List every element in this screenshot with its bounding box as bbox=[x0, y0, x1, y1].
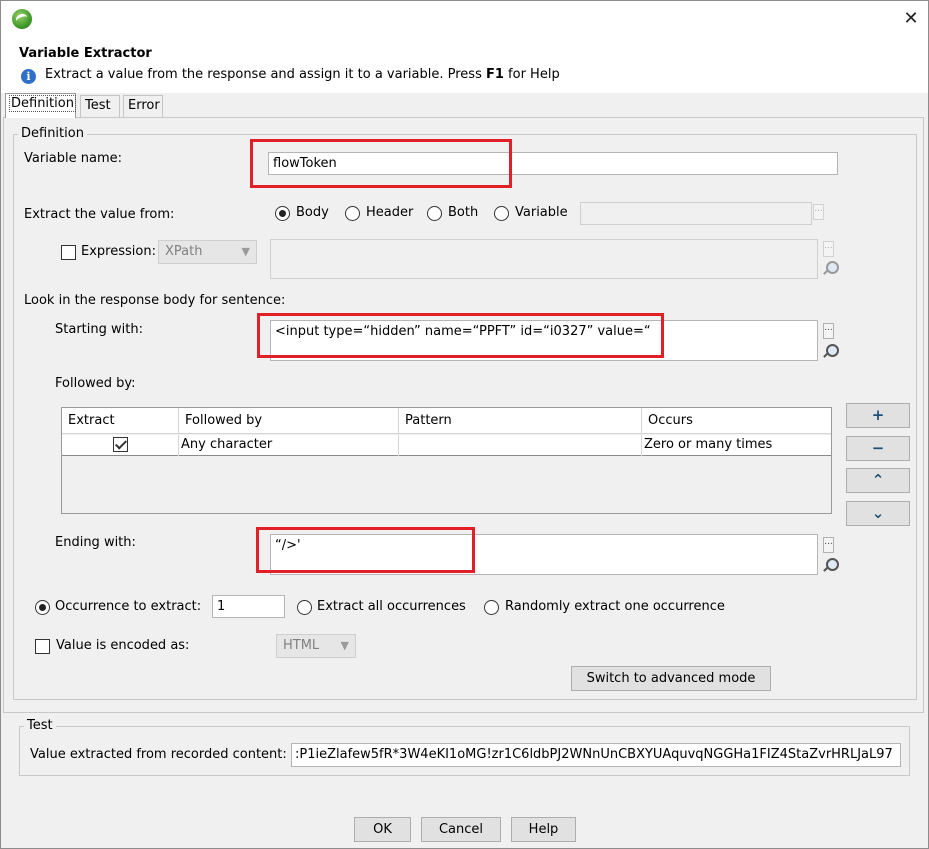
random-label: Randomly extract one occurrence bbox=[505, 599, 725, 614]
encoding-select: HTML ▼ bbox=[276, 634, 356, 658]
column-extract[interactable]: Extract bbox=[62, 408, 179, 434]
extracted-value-label: Value extracted from recorded content: bbox=[30, 747, 287, 762]
expression-label: Expression: bbox=[81, 244, 156, 259]
starting-with-browse-button[interactable]: ... bbox=[823, 323, 834, 339]
encoded-checkbox[interactable] bbox=[35, 639, 50, 654]
encoded-label: Value is encoded as: bbox=[56, 638, 190, 653]
tab-error[interactable]: Error bbox=[123, 95, 163, 117]
column-occurs[interactable]: Occurs bbox=[642, 408, 831, 434]
table-row[interactable]: Any character Zero or many times bbox=[62, 435, 831, 456]
chevron-down-icon: ▼ bbox=[241, 245, 250, 258]
app-logo-icon bbox=[12, 9, 32, 29]
highlight-ending-with bbox=[256, 527, 475, 573]
occurs-cell[interactable]: Zero or many times bbox=[642, 435, 831, 456]
test-legend: Test bbox=[24, 718, 56, 733]
starting-with-search-icon[interactable] bbox=[822, 344, 839, 360]
definition-legend: Definition bbox=[18, 126, 87, 141]
followed-by-label: Followed by: bbox=[55, 376, 136, 391]
title-bar: ✕ bbox=[1, 1, 928, 39]
ending-with-search-icon[interactable] bbox=[822, 558, 839, 574]
ending-with-label: Ending with: bbox=[55, 535, 136, 550]
extract-from-label: Extract the value from: bbox=[24, 207, 175, 222]
table-header: Extract Followed by Pattern Occurs bbox=[62, 408, 831, 434]
help-button[interactable]: Help bbox=[511, 817, 576, 842]
radio-header[interactable] bbox=[345, 206, 360, 221]
advanced-mode-button[interactable]: Switch to advanced mode bbox=[571, 666, 771, 691]
starting-with-label: Starting with: bbox=[55, 322, 143, 337]
add-row-button[interactable]: + bbox=[846, 403, 910, 428]
extracted-value-field[interactable]: :P1ieZlafew5fR*3W4eKI1oMG!zr1C6ldbPJ2WNn… bbox=[291, 743, 901, 767]
highlight-variable-name bbox=[250, 139, 512, 188]
cancel-button[interactable]: Cancel bbox=[421, 817, 501, 842]
expression-browse-button: ... bbox=[823, 241, 834, 257]
followed-by-table: Extract Followed by Pattern Occurs Any c… bbox=[61, 407, 832, 514]
variable-browse-button: ... bbox=[813, 204, 824, 220]
radio-random[interactable] bbox=[484, 600, 499, 615]
move-up-button[interactable]: ⌃ bbox=[846, 468, 910, 493]
dialog-description: Extract a value from the response and as… bbox=[45, 67, 560, 82]
look-in-label: Look in the response body for sentence: bbox=[24, 293, 286, 308]
highlight-starting-with bbox=[257, 313, 664, 358]
tab-test[interactable]: Test bbox=[80, 95, 120, 117]
radio-occurrence[interactable] bbox=[35, 600, 50, 615]
ok-button[interactable]: OK bbox=[354, 817, 411, 842]
tab-definition[interactable]: Definition bbox=[5, 93, 76, 118]
variable-source-input bbox=[580, 202, 812, 225]
chevron-down-icon: ▼ bbox=[340, 639, 349, 652]
extract-checkbox[interactable] bbox=[113, 437, 128, 452]
followed-by-cell[interactable]: Any character bbox=[179, 435, 399, 456]
radio-both-label: Both bbox=[448, 205, 479, 220]
expression-input bbox=[270, 239, 818, 279]
expression-type-select: XPath ▼ bbox=[158, 240, 257, 264]
variable-name-label: Variable name: bbox=[24, 151, 123, 166]
pattern-cell[interactable] bbox=[399, 435, 642, 456]
radio-variable[interactable] bbox=[494, 206, 509, 221]
radio-body[interactable] bbox=[275, 206, 290, 221]
radio-extract-all[interactable] bbox=[297, 600, 312, 615]
close-icon[interactable]: ✕ bbox=[899, 7, 923, 31]
occurrence-label: Occurrence to extract: bbox=[55, 599, 202, 614]
expression-search-icon bbox=[822, 261, 839, 277]
radio-header-label: Header bbox=[366, 205, 414, 220]
info-icon: i bbox=[21, 69, 36, 84]
radio-variable-label: Variable bbox=[515, 205, 568, 220]
radio-both[interactable] bbox=[427, 206, 442, 221]
column-pattern[interactable]: Pattern bbox=[399, 408, 642, 434]
expression-checkbox[interactable] bbox=[61, 245, 76, 260]
extract-cell[interactable] bbox=[62, 435, 179, 456]
radio-body-label: Body bbox=[296, 205, 329, 220]
extract-all-label: Extract all occurrences bbox=[317, 599, 466, 614]
dialog-title: Variable Extractor bbox=[19, 46, 152, 61]
remove-row-button[interactable]: − bbox=[846, 436, 910, 461]
occurrence-input[interactable]: 1 bbox=[212, 595, 285, 618]
move-down-button[interactable]: ⌄ bbox=[846, 501, 910, 526]
column-followed-by[interactable]: Followed by bbox=[179, 408, 399, 434]
ending-with-browse-button[interactable]: ... bbox=[823, 537, 834, 553]
